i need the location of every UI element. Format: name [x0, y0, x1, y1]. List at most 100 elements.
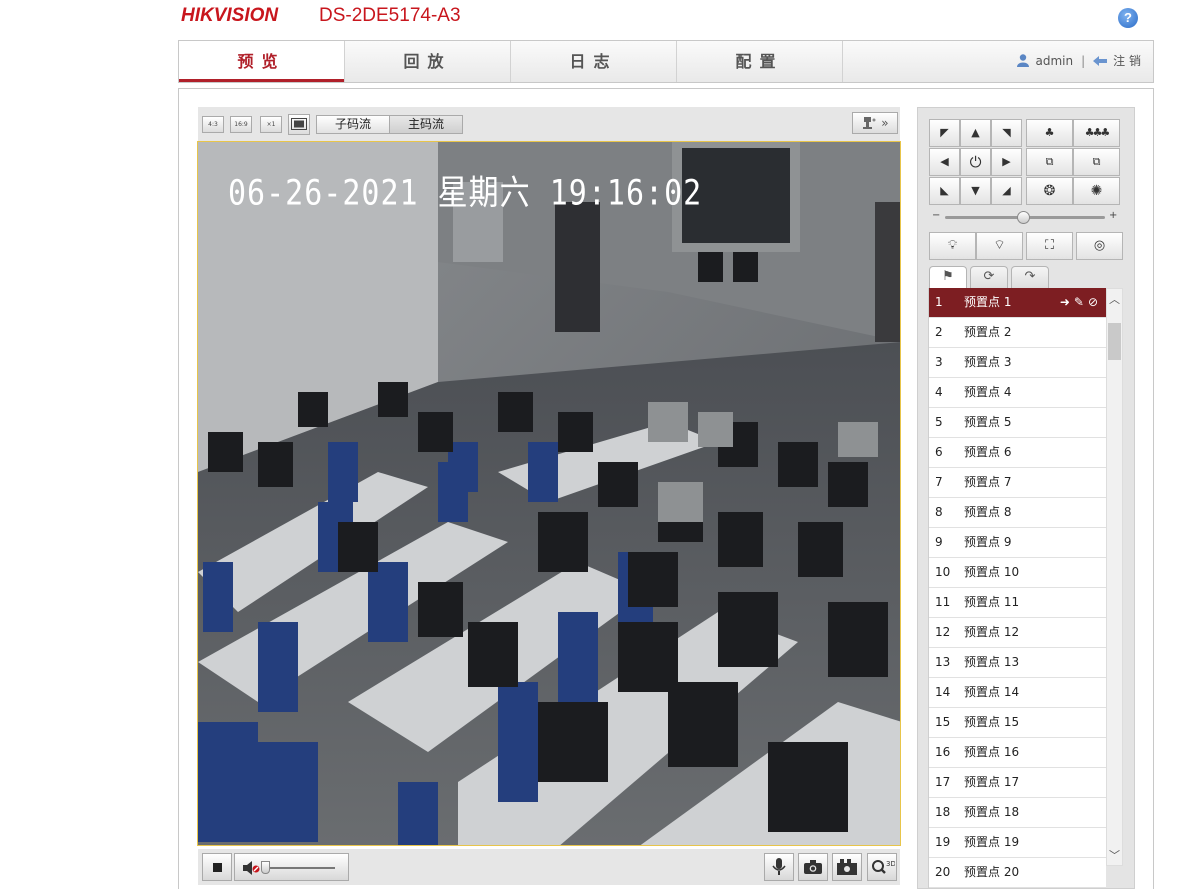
capture-button[interactable]: [798, 853, 828, 881]
preset-label: 预置点 10: [964, 565, 1020, 579]
preset-row[interactable]: 17 预置点 17: [929, 768, 1106, 798]
logout-link[interactable]: 注 销: [1113, 54, 1141, 68]
preset-label: 预置点 13: [964, 655, 1020, 669]
preset-row[interactable]: 5 预置点 5: [929, 408, 1106, 438]
preset-row[interactable]: 7 预置点 7: [929, 468, 1106, 498]
user-area: admin | 注 销: [1016, 41, 1141, 82]
tab-playback[interactable]: 回放: [345, 41, 511, 82]
preset-number: 6: [935, 445, 943, 459]
preset-row[interactable]: 16 预置点 16: [929, 738, 1106, 768]
light-button[interactable]: 💡︎: [929, 232, 976, 260]
preset-actions: ➜✎⊘: [1060, 288, 1102, 317]
preset-row[interactable]: 4 预置点 4: [929, 378, 1106, 408]
scroll-up-icon[interactable]: ︿: [1107, 291, 1122, 307]
iris-open-button[interactable]: ❂: [1026, 177, 1073, 205]
preset-row[interactable]: 10 预置点 10: [929, 558, 1106, 588]
patrol-cycle-icon: ⟳: [983, 269, 995, 284]
tab-preview[interactable]: 预览: [179, 41, 345, 82]
stop-preview-button[interactable]: [202, 853, 232, 881]
preset-row[interactable]: 19 预置点 19: [929, 828, 1106, 858]
preset-row[interactable]: 12 预置点 12: [929, 618, 1106, 648]
preset-row[interactable]: 18 预置点 18: [929, 798, 1106, 828]
ptz-up-right-button[interactable]: ◥: [991, 119, 1022, 147]
ptz-up-left-button[interactable]: ◤: [929, 119, 960, 147]
preset-number: 12: [935, 625, 951, 639]
lens-init-button[interactable]: ◎: [1076, 232, 1123, 260]
expand-icon: »: [881, 116, 889, 130]
preset-label: 预置点 19: [964, 835, 1020, 849]
preset-label: 预置点 18: [964, 805, 1020, 819]
focus-near-icon: ⧉: [1045, 155, 1054, 168]
ptz-down-right-button[interactable]: ◢: [991, 177, 1022, 205]
microphone-button[interactable]: [764, 853, 794, 881]
ratio-16-9-button[interactable]: 16:9: [230, 116, 252, 133]
ratio-fit-button[interactable]: [288, 114, 310, 135]
tab-configuration[interactable]: 配置: [677, 41, 843, 82]
pattern-arrow-icon: ↷: [1024, 269, 1036, 284]
ptz-down-left-button[interactable]: ◣: [929, 177, 960, 205]
volume-control[interactable]: [234, 853, 349, 881]
focus-near-button[interactable]: ⧉: [1026, 148, 1073, 176]
scroll-down-icon[interactable]: ﹀: [1107, 847, 1122, 863]
focus-far-button[interactable]: ⧉: [1073, 148, 1120, 176]
preset-scrollbar[interactable]: ︿ ﹀: [1106, 288, 1123, 866]
preset-row[interactable]: 13 预置点 13: [929, 648, 1106, 678]
preset-row[interactable]: 8 预置点 8: [929, 498, 1106, 528]
one-touch-focus-button[interactable]: ⛶: [1026, 232, 1073, 260]
call-preset-icon[interactable]: ➜: [1060, 295, 1074, 309]
device-model: DS-2DE5174-A3: [319, 5, 461, 26]
preset-row[interactable]: 1 预置点 1 ➜✎⊘: [929, 288, 1106, 318]
ratio-original-button[interactable]: ×1: [260, 116, 282, 133]
power-icon: ⏻: [969, 153, 982, 171]
preset-row[interactable]: 9 预置点 9: [929, 528, 1106, 558]
ptz-speed-slider[interactable]: − +: [929, 210, 1120, 225]
preset-row[interactable]: 14 预置点 14: [929, 678, 1106, 708]
tab-patrols[interactable]: ⟳: [970, 266, 1008, 288]
preset-label: 预置点 14: [964, 685, 1020, 699]
help-icon[interactable]: ?: [1118, 8, 1138, 28]
ptz-auto-pan-button[interactable]: ⏻: [960, 148, 991, 176]
zoom-out-button[interactable]: ♣♣♣: [1073, 119, 1120, 147]
iris-close-button[interactable]: ✺: [1073, 177, 1120, 205]
speed-knob[interactable]: [1017, 211, 1030, 224]
set-preset-icon[interactable]: ✎: [1074, 295, 1088, 309]
logout-icon[interactable]: [1093, 56, 1109, 66]
iris-open-icon: ❂: [1043, 183, 1056, 199]
preset-number: 8: [935, 505, 943, 519]
tab-patterns[interactable]: ↷: [1011, 266, 1049, 288]
mainstream-button[interactable]: 主码流: [389, 115, 463, 134]
preset-label: 预置点 17: [964, 775, 1020, 789]
preset-row[interactable]: 6 预置点 6: [929, 438, 1106, 468]
record-button[interactable]: [832, 853, 862, 881]
tab-log[interactable]: 日志: [511, 41, 677, 82]
ratio-4-3-button[interactable]: 4:3: [202, 116, 224, 133]
arrow-down-right-icon: ◢: [1002, 184, 1011, 197]
zoom-in-button[interactable]: ♣: [1026, 119, 1073, 147]
delete-preset-icon[interactable]: ⊘: [1088, 295, 1102, 309]
ptz-right-button[interactable]: ▶: [991, 148, 1022, 176]
live-video[interactable]: 06-26-2021 星期六 19:16:02: [197, 141, 901, 846]
wiper-button[interactable]: ⌔: [976, 232, 1023, 260]
preset-row[interactable]: 2 预置点 2: [929, 318, 1106, 348]
ptz-up-button[interactable]: ▲: [960, 119, 991, 147]
preset-label: 预置点 1: [964, 295, 1012, 309]
tab-presets[interactable]: ⚑: [929, 266, 967, 288]
video-toolbar: 4:3 16:9 ×1 子码流 主码流 »: [198, 107, 900, 141]
video-control-bar: 3D: [198, 849, 900, 885]
preset-row[interactable]: 11 预置点 11: [929, 588, 1106, 618]
3d-zoom-button[interactable]: 3D: [867, 853, 897, 881]
scroll-thumb[interactable]: [1108, 323, 1121, 360]
preset-number: 10: [935, 565, 951, 579]
ptz-toggle-button[interactable]: »: [852, 112, 898, 134]
preset-row[interactable]: 15 预置点 15: [929, 708, 1106, 738]
preset-row[interactable]: 20 预置点 20: [929, 858, 1106, 888]
volume-knob[interactable]: [261, 861, 270, 874]
focus-frame-icon: ⛶: [1044, 238, 1055, 253]
ptz-down-button[interactable]: ▼: [960, 177, 991, 205]
preset-label: 预置点 2: [964, 325, 1012, 339]
preset-number: 17: [935, 775, 951, 789]
ptz-left-button[interactable]: ◀: [929, 148, 960, 176]
speaker-muted-icon: [243, 861, 260, 875]
preset-row[interactable]: 3 预置点 3: [929, 348, 1106, 378]
substream-button[interactable]: 子码流: [316, 115, 390, 134]
